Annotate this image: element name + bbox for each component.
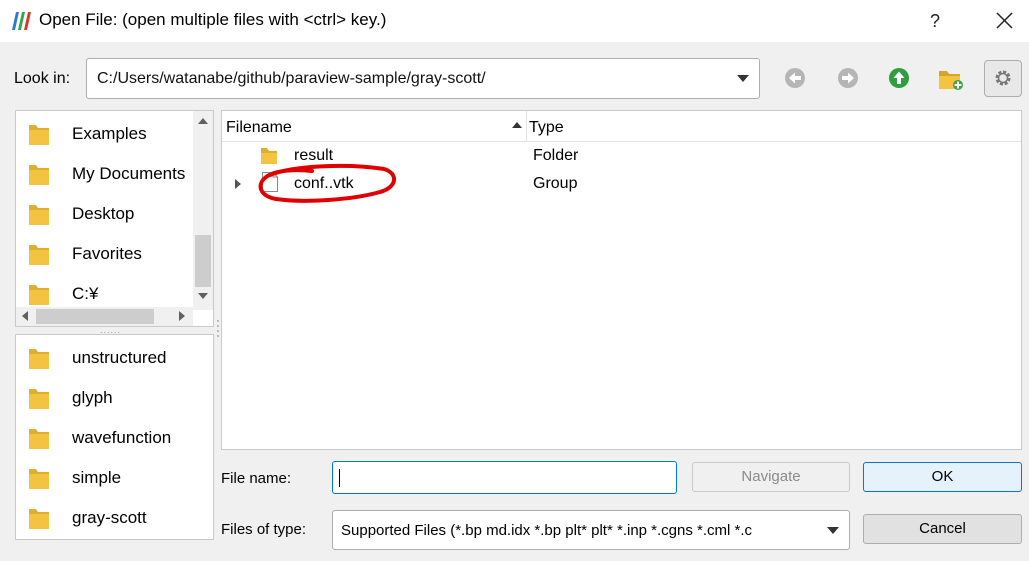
folder-icon bbox=[29, 349, 49, 369]
expand-arrow-icon[interactable] bbox=[235, 179, 241, 189]
sidebar-item-label: Favorites bbox=[72, 244, 142, 263]
folder-icon bbox=[29, 245, 49, 265]
navigate-button[interactable]: Navigate bbox=[692, 462, 850, 492]
sidebar-item-my-documents[interactable]: My Documents bbox=[16, 155, 196, 191]
scroll-left-icon[interactable] bbox=[22, 311, 28, 321]
column-header-filename[interactable]: Filename bbox=[226, 119, 292, 137]
scroll-right-icon[interactable] bbox=[179, 311, 185, 321]
sidebar-item-unstructured[interactable]: unstructured bbox=[16, 339, 196, 375]
sidebar-item-label: wavefunction bbox=[72, 428, 172, 447]
sidebar-item-label: My Documents bbox=[72, 164, 186, 183]
files-of-type-value: Supported Files (*.bp md.idx *.bp plt* p… bbox=[341, 522, 753, 539]
file-list-header: Filename Type bbox=[222, 111, 1021, 142]
recent-directories-sidebar: unstructured glyph wavefunction simple g… bbox=[15, 334, 214, 540]
look-in-combobox[interactable]: C:/Users/watanabe/github/paraview-sample… bbox=[86, 58, 760, 99]
sidebar-item-favorites[interactable]: Favorites bbox=[16, 235, 196, 271]
settings-button[interactable] bbox=[984, 60, 1022, 97]
sidebar-item-label: Examples bbox=[72, 124, 147, 143]
text-caret bbox=[339, 469, 340, 487]
folder-icon bbox=[29, 509, 49, 529]
file-name-input[interactable] bbox=[332, 461, 677, 494]
sidebar-item-label: simple bbox=[72, 468, 122, 487]
sidebar-item-c-drive[interactable]: C:¥ bbox=[16, 275, 196, 311]
files-of-type-combobox[interactable]: Supported Files (*.bp md.idx *.bp plt* p… bbox=[332, 510, 850, 550]
file-name-label: File name: bbox=[221, 470, 292, 487]
panel-splitter-handle[interactable] bbox=[216, 318, 220, 340]
look-in-path: C:/Users/watanabe/github/paraview-sample… bbox=[97, 70, 486, 87]
file-type: Folder bbox=[533, 147, 579, 164]
file-list[interactable]: Filename Type result Folder conf..vtk Gr… bbox=[221, 110, 1022, 450]
window-title: Open File: (open multiple files with <ct… bbox=[39, 10, 387, 29]
scrollbar-thumb[interactable] bbox=[195, 235, 211, 287]
scrollbar-thumb[interactable] bbox=[36, 309, 154, 324]
sidebar-item-label: C:¥ bbox=[72, 284, 99, 303]
up-directory-icon[interactable] bbox=[886, 65, 912, 91]
look-in-label: Look in: bbox=[14, 70, 71, 87]
folder-icon bbox=[29, 469, 49, 489]
folder-icon bbox=[29, 165, 49, 185]
folder-icon bbox=[29, 285, 49, 305]
horizontal-scrollbar[interactable] bbox=[16, 307, 193, 326]
sidebar-item-label: gray-scott bbox=[72, 508, 147, 527]
sort-ascending-icon bbox=[512, 122, 522, 128]
column-divider[interactable] bbox=[526, 111, 527, 141]
paraview-logo-icon bbox=[12, 12, 31, 30]
places-sidebar: Examples My Documents Desktop Favorites … bbox=[15, 110, 214, 327]
file-type: Group bbox=[533, 175, 578, 192]
cancel-button[interactable]: Cancel bbox=[863, 514, 1022, 544]
chevron-down-icon bbox=[737, 75, 749, 82]
sidebar-item-label: glyph bbox=[72, 388, 113, 407]
column-header-type[interactable]: Type bbox=[529, 119, 564, 137]
sidebar-item-desktop[interactable]: Desktop bbox=[16, 195, 196, 231]
red-circle-annotation bbox=[258, 163, 396, 203]
folder-icon bbox=[29, 205, 49, 225]
ok-button[interactable]: OK bbox=[863, 462, 1022, 492]
sidebar-item-examples[interactable]: Examples bbox=[16, 115, 196, 151]
scroll-down-icon[interactable] bbox=[198, 293, 208, 299]
new-folder-icon[interactable] bbox=[936, 64, 966, 92]
gear-icon bbox=[995, 70, 1011, 86]
folder-icon bbox=[29, 429, 49, 449]
sidebar-item-gray-scott[interactable]: gray-scott bbox=[16, 499, 196, 535]
sidebar-item-label: Desktop bbox=[72, 204, 135, 223]
help-button[interactable]: ? bbox=[920, 6, 950, 36]
sidebar-item-glyph[interactable]: glyph bbox=[16, 379, 196, 415]
sidebar-item-simple[interactable]: simple bbox=[16, 459, 196, 495]
folder-icon bbox=[29, 125, 49, 145]
chevron-down-icon bbox=[827, 527, 839, 534]
close-icon[interactable] bbox=[988, 6, 1020, 36]
back-arrow-icon[interactable] bbox=[782, 65, 808, 91]
sidebar-item-wavefunction[interactable]: wavefunction bbox=[16, 419, 196, 455]
files-of-type-label: Files of type: bbox=[221, 521, 307, 538]
sidebar-item-label: unstructured bbox=[72, 348, 167, 367]
vertical-scrollbar[interactable] bbox=[193, 111, 213, 310]
scroll-up-icon[interactable] bbox=[198, 118, 208, 124]
forward-arrow-icon[interactable] bbox=[835, 65, 861, 91]
folder-icon bbox=[29, 389, 49, 409]
